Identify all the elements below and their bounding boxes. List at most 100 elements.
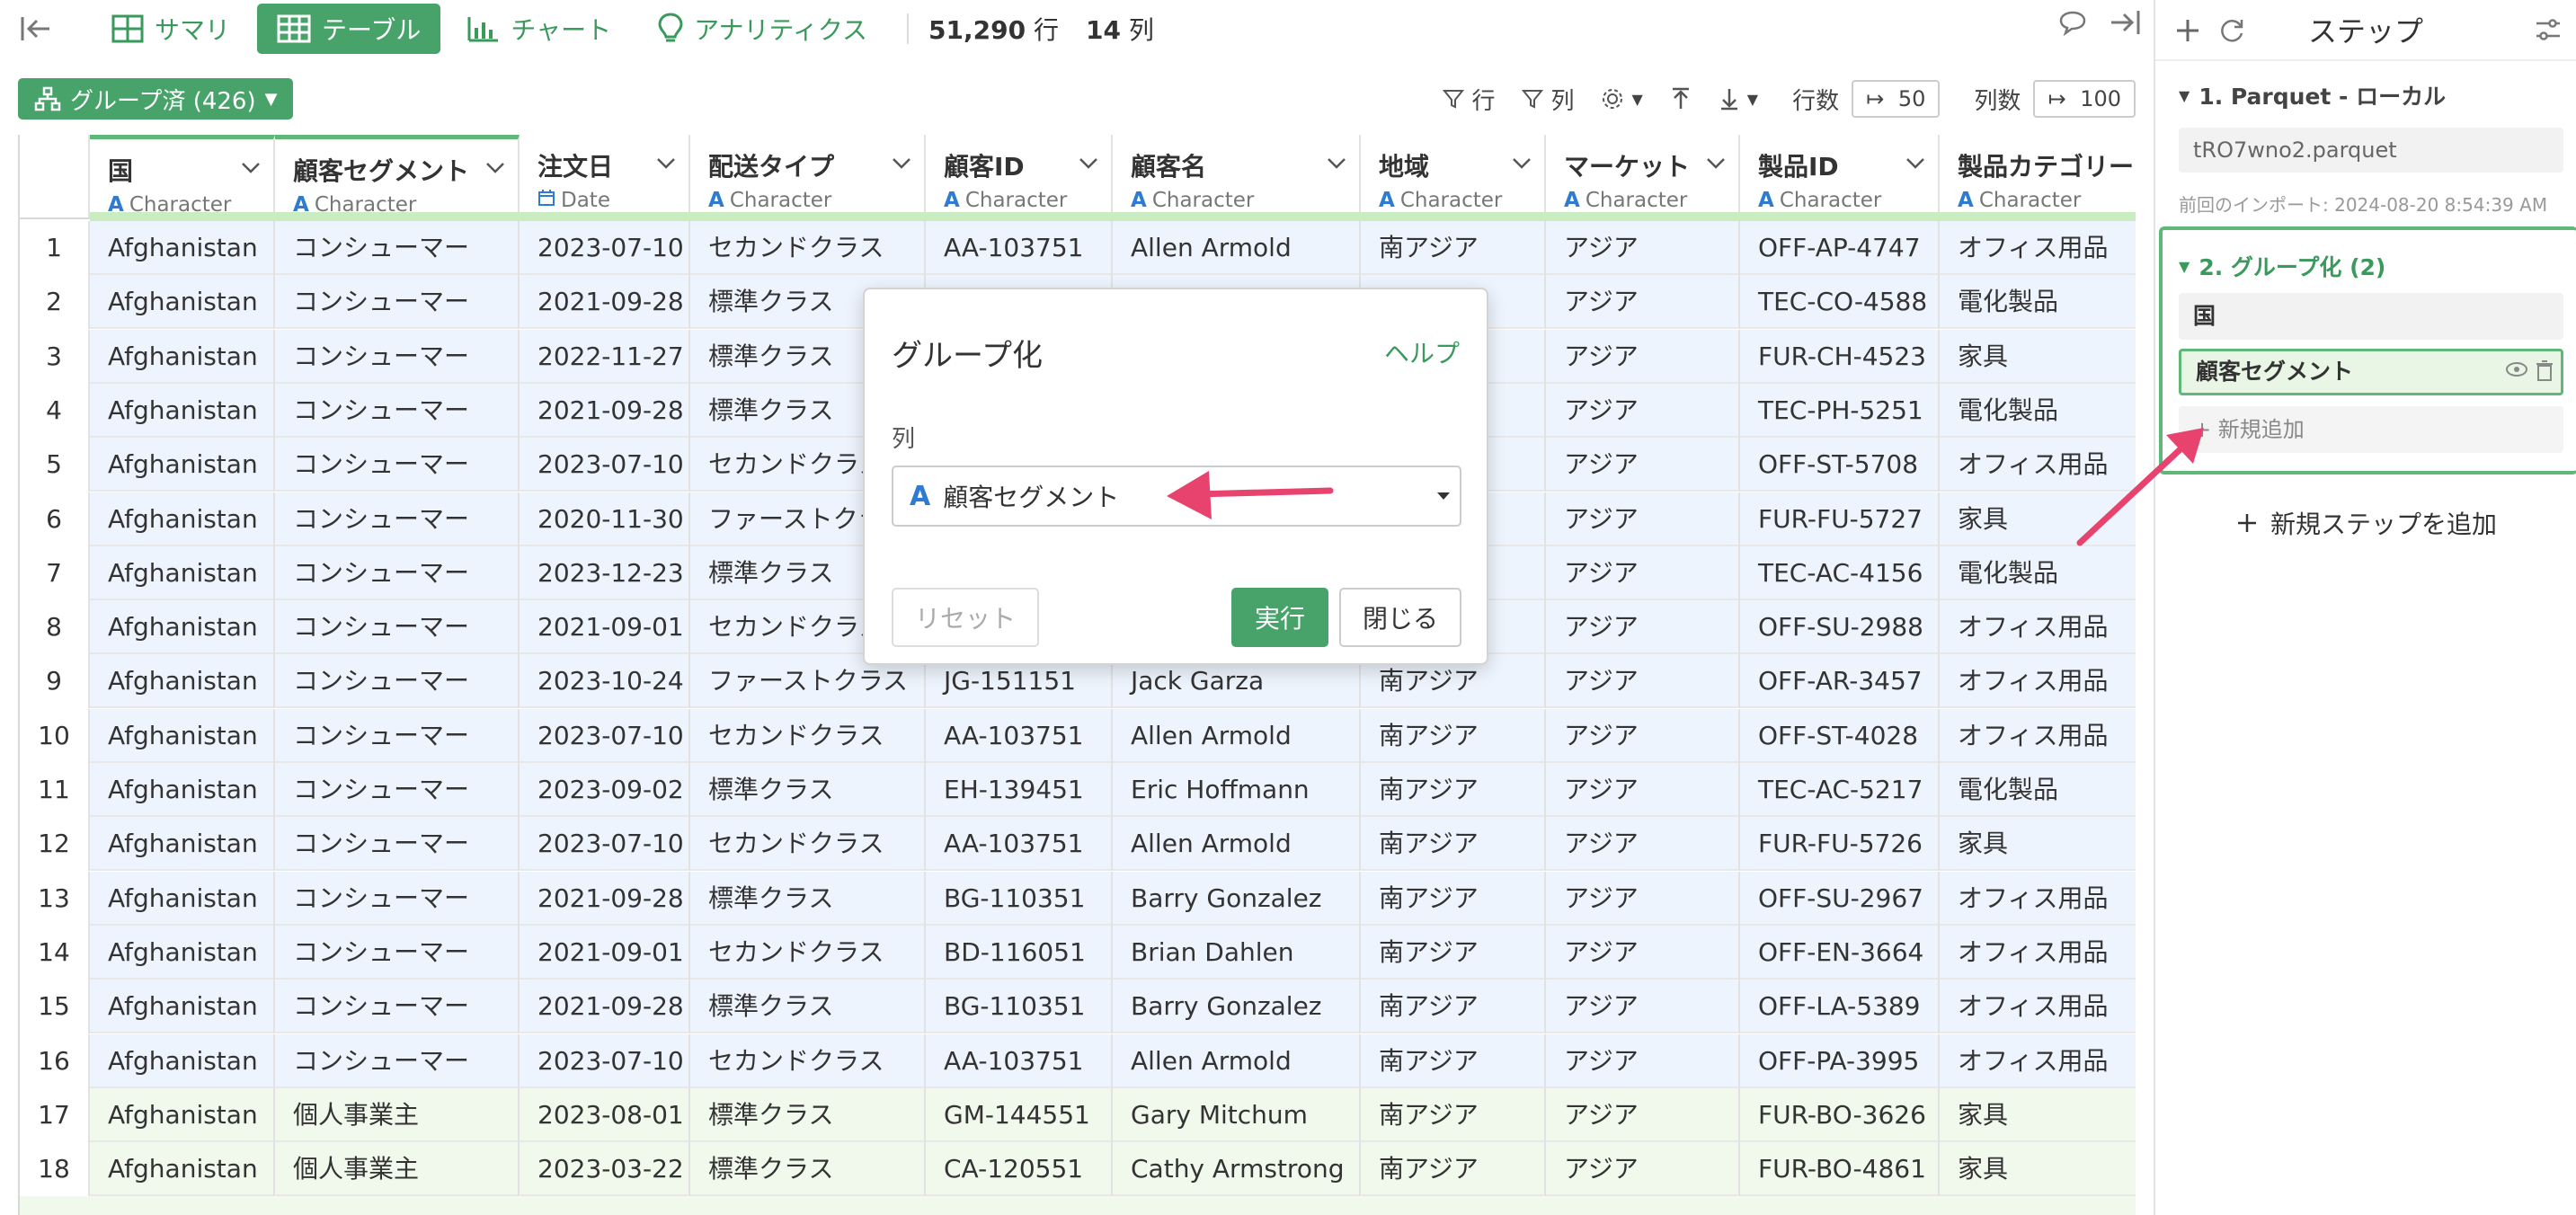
table-cell: 標準クラス — [690, 1087, 926, 1142]
row-number: 9 — [20, 654, 90, 709]
run-button[interactable]: 実行 — [1231, 588, 1328, 647]
sliders-icon[interactable] — [2535, 16, 2562, 43]
table-cell: Barry Gonzalez — [1113, 871, 1361, 926]
column-filter-button[interactable]: 列 — [1522, 83, 1574, 116]
caret-down-icon: ▼ — [2179, 86, 2190, 104]
table-row[interactable]: 16 Afghanistan コンシューマー 2023-07-10 セカンドクラス AA-… — [20, 1033, 2136, 1088]
tab-summary[interactable]: サマリ — [92, 4, 250, 54]
plus-icon[interactable] — [2175, 18, 2200, 43]
row-number: 4 — [20, 383, 90, 438]
table-row[interactable]: 18 Afghanistan 個人事業主 2023-03-22 標準クラス CA-1205… — [20, 1142, 2136, 1197]
eye-icon[interactable] — [2505, 360, 2528, 378]
trash-icon[interactable] — [2536, 360, 2554, 382]
collapse-right-icon[interactable] — [2109, 9, 2141, 36]
table-row[interactable]: 14 Afghanistan コンシューマー 2021-09-01 セカンドクラス BD-… — [20, 925, 2136, 980]
table-cell: 家具 — [1940, 492, 2136, 546]
column-header[interactable]: 配送タイプ A Character — [690, 135, 926, 217]
table-cell: BG-110351 — [926, 980, 1113, 1034]
steps-title: ステップ — [2308, 14, 2424, 49]
chevron-down-icon[interactable] — [1512, 156, 1532, 173]
collapse-left-icon[interactable] — [16, 9, 56, 49]
grouped-dropdown-button[interactable]: グループ済 (426) ▼ — [18, 78, 294, 120]
table-cell: 家具 — [1940, 1142, 2136, 1196]
column-header[interactable]: 注文日 Date — [520, 135, 690, 217]
chevron-down-icon[interactable] — [485, 161, 505, 178]
tab-analytics[interactable]: アナリティクス — [638, 4, 887, 54]
help-link[interactable]: ヘルプ — [1384, 334, 1460, 370]
table-cell: AA-103751 — [926, 817, 1113, 872]
table-row[interactable]: 15 Afghanistan コンシューマー 2021-09-28 標準クラス BG-11… — [20, 980, 2136, 1034]
table-cell: 2021-09-28 — [520, 383, 690, 438]
settings-dropdown-button[interactable]: ▼ — [1601, 87, 1643, 111]
table-row[interactable]: 17 Afghanistan 個人事業主 2023-08-01 標準クラス GM-1445… — [20, 1087, 2136, 1142]
column-select[interactable]: A 顧客セグメント — [892, 466, 1461, 527]
rows-limit-input[interactable]: ↦ 50 — [1852, 80, 1941, 118]
table-cell: Cathy Armstrong — [1113, 1142, 1361, 1197]
add-new-group-button[interactable]: + 新規追加 — [2179, 406, 2563, 453]
column-header[interactable]: 国 A Character — [90, 135, 275, 217]
row-number: 15 — [20, 980, 90, 1034]
table-row[interactable]: 12 Afghanistan コンシューマー 2023-07-10 セカンドクラス AA-… — [20, 817, 2136, 872]
group-item-segment[interactable]: 顧客セグメント — [2179, 349, 2563, 395]
close-button[interactable]: 閉じる — [1339, 588, 1461, 647]
chevron-down-icon[interactable] — [892, 156, 911, 173]
chevron-down-icon[interactable] — [241, 161, 261, 178]
chevron-down-icon[interactable] — [1905, 156, 1925, 173]
character-type-icon: A — [1379, 189, 1395, 212]
step-2-box: ▼ 2. グループ化 (2) 国 顧客セグメント + 新規追加 — [2159, 226, 2576, 474]
table-cell: 2023-09-02 — [520, 763, 690, 817]
table-cell: OFF-EN-3664 — [1740, 925, 1940, 980]
refresh-icon[interactable] — [2218, 17, 2245, 44]
chevron-down-icon[interactable] — [1079, 156, 1098, 173]
cols-limit-value: 100 — [2080, 86, 2121, 111]
column-header[interactable]: 顧客名 A Character — [1113, 135, 1361, 217]
file-name-field[interactable]: tRO7wno2.parquet — [2179, 128, 2563, 173]
upload-button[interactable] — [1670, 87, 1692, 111]
reset-button[interactable]: リセット — [892, 588, 1039, 647]
comment-icon[interactable] — [2058, 9, 2087, 36]
row-number: 6 — [20, 492, 90, 546]
table-cell: アジア — [1546, 763, 1740, 817]
column-header[interactable]: 地域 A Character — [1361, 135, 1546, 217]
table-cell: コンシューマー — [275, 708, 520, 763]
table-cell: アジア — [1546, 708, 1740, 763]
table-cell: Afghanistan — [90, 545, 275, 600]
step-2-header[interactable]: ▼ 2. グループ化 (2) — [2179, 250, 2385, 282]
tab-chart[interactable]: チャート — [448, 4, 631, 54]
column-header[interactable]: マーケット A Character — [1546, 135, 1740, 217]
table-row[interactable]: 13 Afghanistan コンシューマー 2021-09-28 標準クラス BG-11… — [20, 871, 2136, 926]
column-header[interactable]: 製品カテゴリー A Character — [1940, 135, 2136, 217]
table-cell: 2023-07-10 — [520, 1033, 690, 1088]
row-filter-button[interactable]: 行 — [1443, 83, 1495, 116]
table-cell: 2023-07-10 — [520, 438, 690, 492]
group-item-country[interactable]: 国 — [2179, 293, 2563, 340]
column-name: 顧客名 — [1131, 152, 1207, 182]
table-row[interactable]: 10 Afghanistan コンシューマー 2023-07-10 セカンドクラス AA-… — [20, 708, 2136, 763]
table-row[interactable]: 11 Afghanistan コンシューマー 2023-09-02 標準クラス EH-13… — [20, 763, 2136, 817]
add-step-button[interactable]: 新規ステップを追加 — [2236, 505, 2497, 541]
column-header[interactable]: 製品ID A Character — [1740, 135, 1940, 217]
column-type-label: Character — [1399, 189, 1503, 212]
download-dropdown-button[interactable]: ▼ — [1719, 87, 1758, 111]
tab-table[interactable]: テーブル — [257, 4, 441, 54]
table-cell: 電化製品 — [1940, 763, 2136, 817]
column-header[interactable]: 顧客セグメント A Character — [275, 135, 520, 217]
caret-down-icon: ▼ — [2179, 257, 2190, 275]
table-row[interactable] — [20, 1196, 2136, 1215]
table-cell: アジア — [1546, 221, 1740, 275]
table-cell: コンシューマー — [275, 925, 520, 980]
table-cell: Afghanistan — [90, 925, 275, 980]
row-number: 11 — [20, 763, 90, 817]
cols-limit-input[interactable]: ↦ 100 — [2033, 80, 2136, 118]
table-cell: OFF-ST-4028 — [1740, 708, 1940, 763]
table-cell: 2021-09-28 — [520, 871, 690, 926]
table-cell: OFF-SU-2967 — [1740, 871, 1940, 926]
table-row[interactable]: 1 Afghanistan コンシューマー 2023-07-10 セカンドクラス AA-1… — [20, 221, 2136, 275]
table-cell: Allen Armold — [1113, 1033, 1361, 1088]
chevron-down-icon[interactable] — [1706, 156, 1726, 173]
chevron-down-icon[interactable] — [656, 156, 676, 173]
step-1-header[interactable]: ▼ 1. Parquet - ローカル — [2179, 79, 2446, 111]
column-header[interactable]: 顧客ID A Character — [926, 135, 1113, 217]
table-cell: 電化製品 — [1940, 546, 2136, 600]
chevron-down-icon[interactable] — [1327, 156, 1346, 173]
